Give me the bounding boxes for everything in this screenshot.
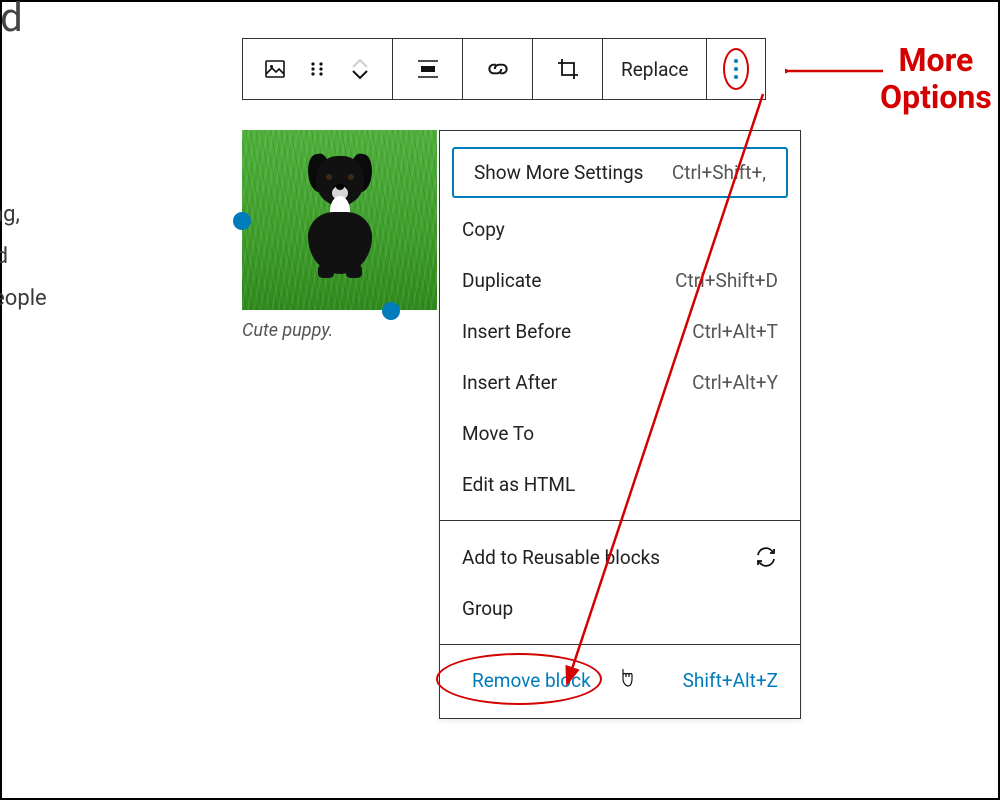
align-icon: [416, 57, 440, 81]
puppy-illustration: [300, 152, 380, 292]
menu-copy[interactable]: Copy: [440, 204, 800, 255]
image-block[interactable]: Cute puppy.: [242, 130, 437, 341]
block-toolbar: Replace: [242, 38, 766, 100]
menu-item-label: Remove block: [472, 669, 591, 692]
move-up-down[interactable]: [344, 52, 376, 86]
menu-item-label: Add to Reusable blocks: [462, 546, 754, 569]
body-text-line: ing police and: [0, 236, 47, 278]
menu-item-shortcut: Ctrl+Shift+,: [672, 161, 766, 184]
menu-add-reusable[interactable]: Add to Reusable blocks: [440, 531, 800, 583]
post-title-fragment: Friend: [0, 0, 23, 41]
menu-item-label: Duplicate: [462, 269, 675, 292]
more-options-menu: Show More Settings Ctrl+Shift+, Copy Dup…: [439, 130, 801, 719]
link-button[interactable]: [463, 39, 533, 99]
menu-item-label: Copy: [462, 218, 778, 241]
link-icon: [485, 56, 511, 82]
annotation-circle-more: [723, 48, 749, 90]
cursor-pointer-icon: [617, 667, 635, 694]
more-vertical-icon: [734, 59, 738, 79]
annotation-label-line: Options: [880, 79, 992, 116]
body-text-line: ntly, aiding people: [0, 278, 47, 320]
menu-item-label: Insert Before: [462, 320, 692, 343]
chevron-down-icon: [351, 69, 369, 80]
menu-item-shortcut: Ctrl+Shift+D: [675, 269, 778, 292]
alignment-button[interactable]: [393, 39, 463, 99]
menu-show-more-settings[interactable]: Show More Settings Ctrl+Shift+,: [452, 147, 788, 198]
replace-button[interactable]: Replace: [603, 39, 707, 99]
annotation-arrow-more: [785, 62, 885, 80]
menu-insert-before[interactable]: Insert Before Ctrl+Alt+T: [440, 306, 800, 357]
menu-item-label: Edit as HTML: [462, 473, 778, 496]
image-block-icon[interactable]: [259, 52, 291, 86]
menu-item-label: Insert After: [462, 371, 692, 394]
annotation-label: More Options: [880, 42, 992, 116]
menu-item-label: Group: [462, 597, 778, 620]
menu-duplicate[interactable]: Duplicate Ctrl+Shift+D: [440, 255, 800, 306]
refresh-icon: [754, 545, 778, 569]
menu-group[interactable]: Group: [440, 583, 800, 634]
chevron-up-icon: [351, 58, 369, 69]
resize-handle-left[interactable]: [233, 212, 251, 230]
image-preview[interactable]: [242, 130, 437, 310]
menu-remove-block[interactable]: Remove block Shift+Alt+Z: [440, 645, 800, 718]
annotation-label-line: More: [880, 42, 992, 79]
menu-edit-as-html[interactable]: Edit as HTML: [440, 459, 800, 510]
toolbar-block-meta: [243, 39, 393, 99]
crop-button[interactable]: [533, 39, 603, 99]
menu-move-to[interactable]: Move To: [440, 408, 800, 459]
menu-item-label: Show More Settings: [474, 161, 672, 184]
more-options-button[interactable]: [707, 39, 765, 99]
replace-label: Replace: [621, 58, 688, 81]
menu-insert-after[interactable]: Insert After Ctrl+Alt+Y: [440, 357, 800, 408]
crop-icon: [556, 57, 580, 81]
menu-item-shortcut: Ctrl+Alt+T: [692, 320, 778, 343]
body-text-line: uch as hunting,: [0, 194, 47, 236]
menu-item-shortcut: Ctrl+Alt+Y: [692, 371, 778, 394]
drag-handle-icon[interactable]: [301, 52, 333, 86]
menu-item-shortcut: Shift+Alt+Z: [683, 669, 778, 692]
image-caption[interactable]: Cute puppy.: [242, 320, 437, 341]
menu-item-label: Move To: [462, 422, 778, 445]
resize-handle-bottom[interactable]: [382, 302, 400, 320]
